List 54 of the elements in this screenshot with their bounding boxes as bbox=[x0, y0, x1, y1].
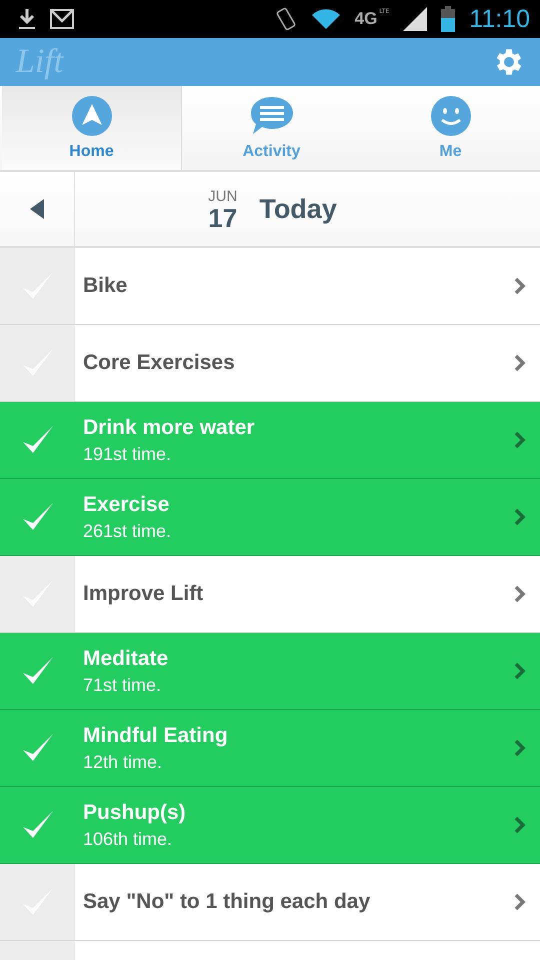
date-month: JUN bbox=[208, 188, 238, 204]
habit-name: Meditate bbox=[83, 646, 170, 670]
wifi-icon bbox=[310, 8, 341, 30]
habit-name: Pushup(s) bbox=[83, 800, 187, 824]
chevron-right-icon bbox=[514, 816, 526, 834]
check-cell[interactable] bbox=[0, 325, 75, 401]
download-icon bbox=[18, 8, 36, 30]
mail-icon bbox=[50, 9, 74, 29]
habit-name: Say "No" to 1 thing each day bbox=[83, 890, 372, 914]
chevron-right-icon bbox=[514, 354, 526, 372]
habit-row[interactable]: Improve Lift bbox=[0, 556, 540, 633]
nav-tab[interactable]: Activity bbox=[182, 86, 361, 170]
network-type: 4G bbox=[354, 9, 378, 29]
smiley-icon bbox=[430, 95, 472, 137]
habit-count: 71st time. bbox=[83, 674, 162, 696]
habit-count: 12th time. bbox=[83, 752, 164, 772]
nav-tab[interactable]: Me bbox=[361, 86, 540, 170]
app-logo: Lift bbox=[16, 43, 64, 81]
signal-icon bbox=[403, 7, 428, 31]
chevron-right-icon bbox=[514, 662, 526, 680]
habit-name: Exercise bbox=[83, 492, 170, 516]
habit-row[interactable]: Say "No" to 1 thing each day bbox=[0, 864, 540, 941]
habit-name: Mindful Eating bbox=[83, 724, 229, 748]
habit-row[interactable]: Mindful Eating 12th time. bbox=[0, 710, 540, 787]
habit-row[interactable]: Pushup(s) 106th time. bbox=[0, 787, 540, 864]
chevron-right-icon bbox=[514, 277, 526, 295]
habit-row[interactable]: Core Exercises bbox=[0, 325, 540, 402]
left-triangle-icon bbox=[30, 199, 44, 219]
status-time: 11:10 bbox=[469, 4, 530, 34]
nav-tab[interactable]: Home bbox=[2, 86, 182, 170]
habit-count: 106th time. bbox=[83, 828, 174, 850]
chevron-right-icon bbox=[514, 585, 526, 603]
chat-bubble-icon bbox=[248, 95, 294, 137]
vibrate-phone-icon bbox=[274, 6, 297, 32]
habit-name: Improve Lift bbox=[83, 582, 204, 606]
habit-count: 261st time. bbox=[83, 520, 172, 542]
chevron-right-icon bbox=[514, 508, 526, 526]
habit-name: Drink more water bbox=[83, 416, 256, 440]
date-day: 17 bbox=[208, 204, 238, 230]
check-cell[interactable] bbox=[0, 864, 75, 940]
chevron-right-icon bbox=[514, 893, 526, 911]
check-cell[interactable] bbox=[0, 556, 75, 632]
chevron-right-icon bbox=[514, 431, 526, 449]
habit-row[interactable]: Drink more water 191st time. bbox=[0, 402, 540, 479]
habit-row[interactable]: Meditate 71st time. bbox=[0, 633, 540, 710]
habit-row[interactable]: Exercise 261st time. bbox=[0, 479, 540, 556]
chevron-right-icon bbox=[514, 739, 526, 757]
date-title: Today bbox=[259, 194, 337, 224]
habit-row[interactable]: Bike bbox=[0, 248, 540, 325]
habit-count: 191st time. bbox=[83, 444, 172, 464]
habit-name: Core Exercises bbox=[83, 351, 236, 375]
battery-icon bbox=[441, 6, 456, 32]
habit-name: Bike bbox=[83, 274, 128, 298]
check-cell[interactable] bbox=[0, 248, 75, 324]
